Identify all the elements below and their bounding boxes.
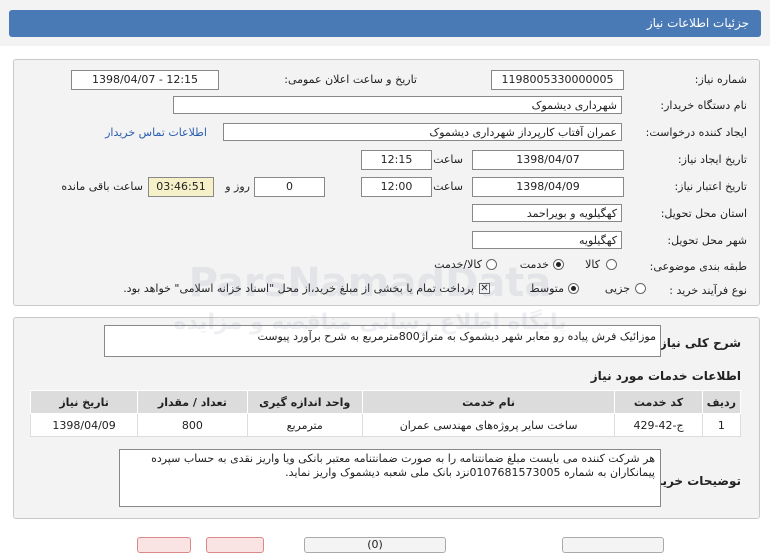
contact-buyer-link[interactable]: اطلاعات تماس خریدار <box>105 126 207 139</box>
created-date-field: 1398/04/07 <box>472 150 624 170</box>
cell-qty: 800 <box>137 413 248 437</box>
purchase-medium-label: متوسط <box>529 282 564 295</box>
cell-code: ج-42-429 <box>614 413 703 437</box>
announce-label: تاریخ و ساعت اعلان عمومی: <box>284 73 417 86</box>
description-field: موزائیک فرش پیاده رو معابر شهر دیشموک به… <box>104 325 661 357</box>
purchase-minor-label: جزیی <box>604 282 630 295</box>
province-label: استان محل تحویل: <box>660 207 747 220</box>
reply-button[interactable] <box>562 537 664 553</box>
category-goods-service-label: کالا/خدمت <box>434 258 482 271</box>
col-qty-header: تعداد / مقدار <box>137 390 248 414</box>
remaining-time-field: 03:46:51 <box>148 177 214 197</box>
buyer-org-field: شهرداری دیشموک <box>173 96 622 114</box>
cell-date: 1398/04/09 <box>29 413 139 437</box>
col-unit-header: واحد اندازه گیری <box>246 390 363 414</box>
announce-field: 1398/04/07 - 12:15 <box>71 70 219 90</box>
days-label: روز و <box>225 180 250 193</box>
print-button[interactable] <box>137 537 191 553</box>
requester-field: عمران آفتاب کارپرداز شهرداری دیشموک <box>223 123 622 141</box>
city-label: شهر محل تحویل: <box>667 234 747 247</box>
category-service-radio[interactable] <box>553 259 564 270</box>
category-service-label: خدمت <box>519 258 549 271</box>
purchase-label: نوع فرآیند خرید : <box>669 284 747 297</box>
table-header-row: ردیف کد خدمت نام خدمت واحد اندازه گیری ت… <box>29 390 742 414</box>
purchase-minor-radio[interactable] <box>635 283 646 294</box>
validity-date-field: 1398/04/09 <box>472 177 624 197</box>
need-number-field: 1198005330000005 <box>491 70 624 90</box>
province-field: کهگیلویه و بویراحمد <box>472 204 622 222</box>
need-number-label: شماره نیاز: <box>694 73 747 86</box>
category-goods-service-radio[interactable] <box>486 259 497 270</box>
created-time-label: ساعت <box>433 153 463 166</box>
col-row-header: ردیف <box>701 390 742 414</box>
city-field: کهگیلویه <box>472 231 622 249</box>
col-name-header: نام خدمت <box>361 390 616 414</box>
buyer-notes-field: هر شرکت کننده می بایست مبلغ ضمانتنامه را… <box>119 449 661 507</box>
requester-label: ایجاد کننده درخواست: <box>645 126 747 139</box>
buyer-org-label: نام دستگاه خریدار: <box>660 99 747 112</box>
category-label: طبقه بندی موضوعی: <box>649 260 747 273</box>
cell-name: ساخت سایر پروژه‌های مهندسی عمران <box>361 413 616 437</box>
col-date-header: تاریخ نیاز <box>29 390 139 414</box>
title-strip: جزئیات اطلاعات نیاز <box>9 10 761 37</box>
col-code-header: کد خدمت <box>614 390 703 414</box>
payment-note: پرداخت تمام یا بخشی از مبلغ خرید،از محل … <box>123 282 474 295</box>
cell-row: 1 <box>701 413 742 437</box>
validity-time-label: ساعت <box>433 180 463 193</box>
back-button[interactable] <box>206 537 264 553</box>
remaining-label: ساعت باقی مانده <box>61 180 143 193</box>
purchase-medium-radio[interactable] <box>568 283 579 294</box>
category-goods-radio[interactable] <box>606 259 617 270</box>
validity-label: تاریخ اعتبار نیاز: <box>674 180 747 193</box>
validity-time-field: 12:00 <box>361 177 432 197</box>
description-label: شرح کلی نیاز: <box>655 336 741 350</box>
days-field: 0 <box>254 177 325 197</box>
created-time-field: 12:15 <box>361 150 432 170</box>
created-label: تاریخ ایجاد نیاز: <box>677 153 747 166</box>
page-title: جزئیات اطلاعات نیاز <box>646 16 749 30</box>
treasury-checkbox[interactable]: ✕ <box>479 283 490 294</box>
table-row: 1 ج-42-429 ساخت سایر پروژه‌های مهندسی عم… <box>29 413 742 437</box>
title-bar: جزئیات اطلاعات نیاز <box>0 0 770 46</box>
category-goods-label: کالا <box>585 258 600 271</box>
services-table: ردیف کد خدمت نام خدمت واحد اندازه گیری ت… <box>29 390 742 437</box>
services-title: اطلاعات خدمات مورد نیاز <box>590 369 741 383</box>
cell-unit: مترمربع <box>246 413 363 437</box>
view-attachments-button[interactable]: (0) <box>304 537 446 553</box>
